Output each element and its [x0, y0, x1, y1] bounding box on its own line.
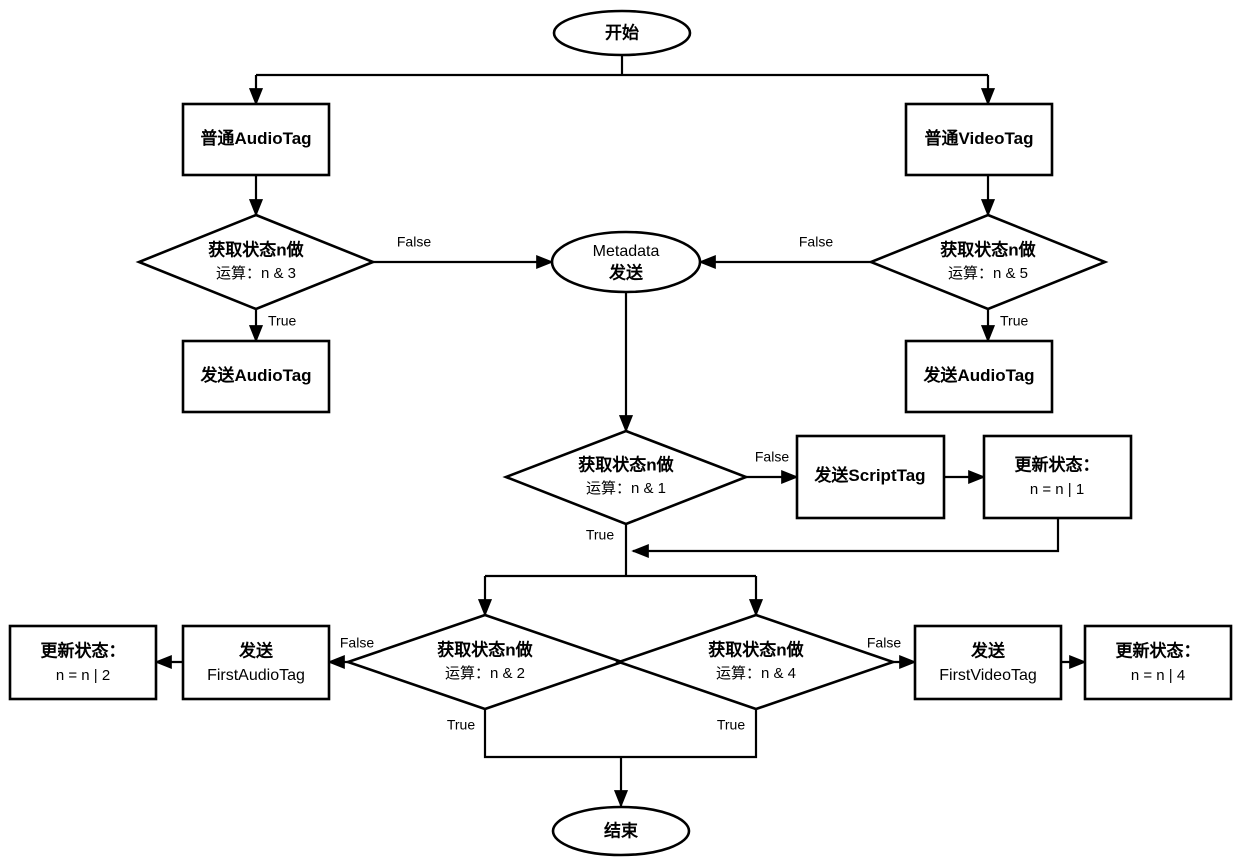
node-start[interactable]: 开始: [552, 9, 692, 57]
send-audio-left-label-en: AudioTag: [234, 366, 311, 385]
update-n2-rect: [8, 624, 158, 701]
update-n4-line2: n = n | 4: [1131, 667, 1185, 684]
node-decide-n2[interactable]: 获取状态n做 运算：n & 2: [343, 613, 627, 711]
send-first-video-line1: 发送: [970, 640, 1006, 660]
node-update-n2[interactable]: 更新状态： n = n | 2: [8, 624, 158, 701]
edge-label-n5-false: False: [799, 234, 833, 250]
decide-n2-line1: 获取状态n做: [437, 639, 533, 659]
edge-label-n2-false: False: [340, 635, 374, 651]
node-decide-n1[interactable]: 获取状态n做 运算：n & 1: [502, 429, 750, 526]
decide-n2-diamond: [343, 613, 627, 711]
decide-n3-line2: 运算：n & 3: [216, 264, 296, 282]
decide-n1-diamond: [502, 429, 750, 526]
send-first-audio-line1: 发送: [238, 640, 274, 660]
update-n2-line1: 更新状态：: [41, 640, 126, 660]
node-metadata[interactable]: Metadata 发送: [550, 230, 702, 294]
send-audio-right-label-en: AudioTag: [957, 366, 1034, 385]
update-n4-line1: 更新状态：: [1116, 640, 1201, 660]
decide-n4-line2: 运算：n & 4: [716, 664, 796, 682]
decide-n4-line1: 获取状态n做: [708, 639, 804, 659]
edge-bottom-true-merge: [483, 709, 758, 759]
decide-n1-line1: 获取状态n做: [578, 454, 674, 474]
node-send-audio-right[interactable]: 发送AudioTag: [904, 339, 1054, 414]
send-script-label-en: ScriptTag: [848, 466, 925, 485]
edge-label-n2-true: True: [447, 717, 475, 733]
node-send-audio-left[interactable]: 发送AudioTag: [181, 339, 331, 414]
metadata-line1: Metadata: [593, 243, 660, 260]
video-tag-label-cn: 普通: [925, 128, 959, 148]
video-tag-label-en: VideoTag: [959, 129, 1034, 148]
node-update-n4[interactable]: 更新状态： n = n | 4: [1083, 624, 1233, 701]
edge-label-n5-true: True: [1000, 313, 1028, 329]
end-label: 结束: [604, 820, 638, 840]
update-n4-rect: [1083, 624, 1233, 701]
send-first-audio-rect: [181, 624, 331, 701]
start-label: 开始: [605, 22, 639, 42]
node-decide-n3[interactable]: 获取状态n做 运算：n & 3: [135, 213, 377, 311]
flowchart-svg: 开始 普通AudioTag 普通VideoTag 获取状态n做 运算：n & 3…: [8, 9, 1233, 857]
update-n1-line1: 更新状态：: [1015, 454, 1100, 474]
edge-label-n4-true: True: [717, 717, 745, 733]
send-audio-right-label: 发送AudioTag: [922, 365, 1034, 385]
audio-tag-label-en: AudioTag: [234, 129, 311, 148]
decide-n1-line2: 运算：n & 1: [586, 479, 666, 497]
decide-n5-diamond: [867, 213, 1109, 311]
node-send-first-audio[interactable]: 发送 FirstAudioTag: [181, 624, 331, 701]
decide-n5-line1: 获取状态n做: [940, 239, 1036, 259]
edge-label-n1-false: False: [755, 449, 789, 465]
audio-tag-label: 普通AudioTag: [200, 128, 311, 148]
send-audio-left-label: 发送AudioTag: [199, 365, 311, 385]
send-first-video-line2: FirstVideoTag: [939, 667, 1037, 684]
decide-n3-diamond: [135, 213, 377, 311]
node-end[interactable]: 结束: [551, 805, 691, 857]
decide-n2-line2: 运算：n & 2: [445, 664, 525, 682]
decide-n3-line1: 获取状态n做: [208, 239, 304, 259]
decide-n5-line2: 运算：n & 5: [948, 264, 1028, 282]
edge-label-n4-false: False: [867, 635, 901, 651]
metadata-line2: 发送: [608, 262, 644, 282]
update-n1-line2: n = n | 1: [1030, 481, 1084, 498]
decide-n4-diamond: [614, 613, 898, 711]
edge-update-n1-to-trunk: [631, 518, 1060, 559]
node-audio-tag[interactable]: 普通AudioTag: [181, 102, 331, 177]
send-script-label-cn: 发送: [813, 465, 849, 485]
node-video-tag[interactable]: 普通VideoTag: [904, 102, 1054, 177]
metadata-ellipse: [550, 230, 702, 294]
node-update-n1[interactable]: 更新状态： n = n | 1: [982, 434, 1133, 520]
video-tag-label: 普通VideoTag: [925, 128, 1034, 148]
update-n1-rect: [982, 434, 1133, 520]
edge-label-n3-true: True: [268, 313, 296, 329]
send-script-label: 发送ScriptTag: [813, 465, 925, 485]
node-send-first-video[interactable]: 发送 FirstVideoTag: [913, 624, 1063, 701]
send-audio-left-label-cn: 发送: [199, 365, 235, 385]
send-first-video-rect: [913, 624, 1063, 701]
node-decide-n4[interactable]: 获取状态n做 运算：n & 4: [614, 613, 898, 711]
update-n2-line2: n = n | 2: [56, 667, 110, 684]
audio-tag-label-cn: 普通: [200, 128, 234, 148]
send-audio-right-label-cn: 发送: [922, 365, 958, 385]
node-send-script[interactable]: 发送ScriptTag: [795, 434, 946, 520]
edge-label-n3-false: False: [397, 234, 431, 250]
send-first-audio-line2: FirstAudioTag: [207, 667, 305, 684]
edge-label-n1-true: True: [586, 527, 614, 543]
flowchart-canvas: 开始 普通AudioTag 普通VideoTag 获取状态n做 运算：n & 3…: [0, 0, 1240, 861]
node-decide-n5[interactable]: 获取状态n做 运算：n & 5: [867, 213, 1109, 311]
